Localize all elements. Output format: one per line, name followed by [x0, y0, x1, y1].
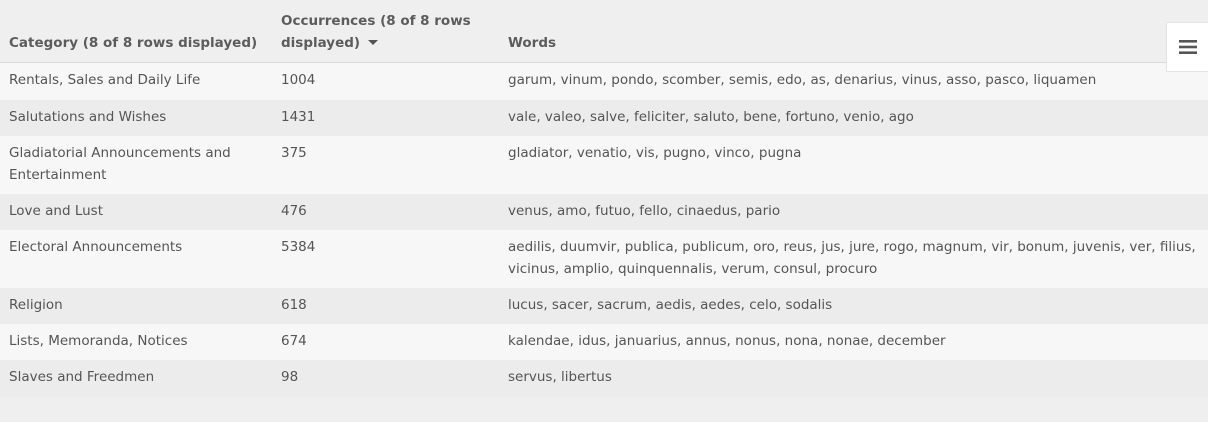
- cell-words: lucus, sacer, sacrum, aedis, aedes, celo…: [508, 297, 833, 313]
- table-menu-button[interactable]: [1166, 22, 1208, 72]
- cell-occurrences: 375: [281, 145, 307, 161]
- table-row: Gladiatorial Announcements and Entertain…: [0, 136, 1208, 194]
- cell-words: kalendae, idus, januarius, annus, nonus,…: [508, 333, 946, 349]
- cell-occurrences: 618: [281, 297, 307, 313]
- cell-words: venus, amo, futuo, fello, cinaedus, pari…: [508, 203, 781, 219]
- table-row: Electoral Announcements 5384 aedilis, du…: [0, 230, 1208, 288]
- cell-occurrences: 476: [281, 203, 307, 219]
- cell-words: vale, valeo, salve, feliciter, saluto, b…: [508, 109, 914, 125]
- table-row: Slaves and Freedmen 98 servus, libertus: [0, 360, 1208, 397]
- sort-descending-icon: [368, 39, 379, 45]
- table-row: Religion 618 lucus, sacer, sacrum, aedis…: [0, 288, 1208, 324]
- data-table: Category (8 of 8 rows displayed) Occurre…: [0, 0, 1208, 397]
- cell-words: servus, libertus: [508, 369, 612, 385]
- cell-category: Electoral Announcements: [9, 239, 183, 255]
- cell-category: Gladiatorial Announcements and Entertain…: [9, 145, 231, 183]
- cell-occurrences: 1004: [281, 72, 316, 88]
- cell-occurrences: 1431: [281, 109, 316, 125]
- column-header-category[interactable]: Category (8 of 8 rows displayed): [9, 32, 257, 54]
- cell-category: Salutations and Wishes: [9, 109, 167, 125]
- table-body: Rentals, Sales and Daily Life 1004 garum…: [0, 63, 1208, 397]
- cell-category: Religion: [9, 297, 63, 313]
- cell-words: garum, vinum, pondo, scomber, semis, edo…: [508, 72, 1097, 88]
- column-header-occurrences-label: Occurrences (8 of 8 rows displayed): [281, 13, 471, 51]
- cell-occurrences: 98: [281, 369, 299, 385]
- cell-category: Lists, Memoranda, Notices: [9, 333, 188, 349]
- table-row: Rentals, Sales and Daily Life 1004 garum…: [0, 63, 1208, 100]
- table-row: Lists, Memoranda, Notices 674 kalendae, …: [0, 324, 1208, 360]
- cell-words: gladiator, venatio, vis, pugno, vinco, p…: [508, 145, 802, 161]
- cell-category: Slaves and Freedmen: [9, 369, 155, 385]
- cell-occurrences: 674: [281, 333, 307, 349]
- table-row: Love and Lust 476 venus, amo, futuo, fel…: [0, 194, 1208, 230]
- table-header: Category (8 of 8 rows displayed) Occurre…: [0, 0, 1208, 63]
- hamburger-menu-icon: [1178, 40, 1197, 54]
- column-header-words[interactable]: Words: [508, 32, 556, 54]
- table-row: Salutations and Wishes 1431 vale, valeo,…: [0, 100, 1208, 136]
- cell-occurrences: 5384: [281, 239, 316, 255]
- cell-category: Rentals, Sales and Daily Life: [9, 72, 201, 88]
- cell-category: Love and Lust: [9, 203, 103, 219]
- cell-words: aedilis, duumvir, publica, publicum, oro…: [508, 239, 1196, 277]
- column-header-occurrences[interactable]: Occurrences (8 of 8 rows displayed): [281, 10, 481, 54]
